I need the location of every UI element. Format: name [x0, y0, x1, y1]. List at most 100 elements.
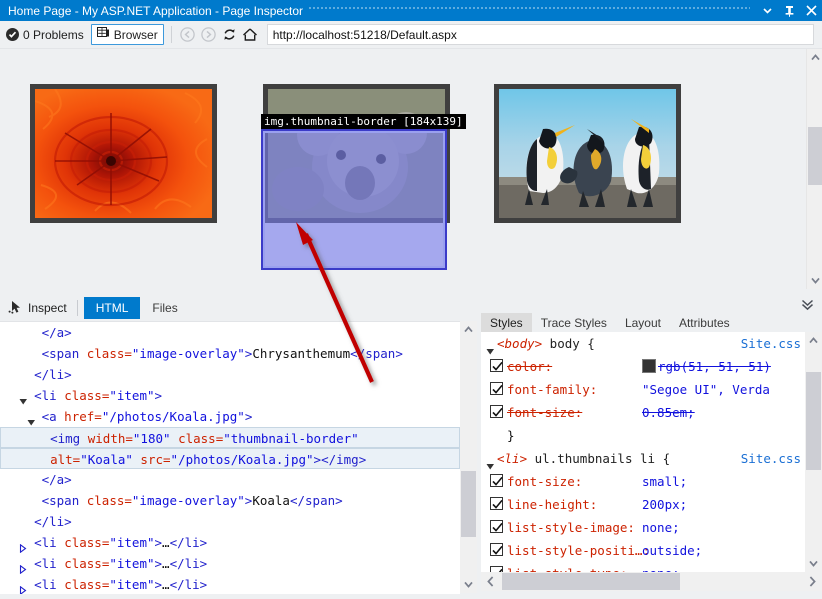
tab-trace-styles[interactable]: Trace Styles — [532, 313, 616, 332]
code-token-tag: </li> — [34, 367, 72, 382]
scroll-thumb[interactable] — [461, 471, 476, 537]
style-property-row[interactable]: font-size:0.85em; — [481, 401, 805, 424]
html-source-line[interactable]: <a href="/photos/Koala.jpg"> — [0, 406, 460, 427]
html-source-line[interactable]: </li> — [0, 511, 460, 532]
scroll-down-icon[interactable] — [460, 576, 477, 593]
style-property-row[interactable]: list-style-positi…:outside; — [481, 539, 805, 562]
title-bar: Home Page - My ASP.NET Application - Pag… — [0, 0, 822, 21]
scroll-down-icon[interactable] — [805, 555, 822, 572]
style-rule-source[interactable]: Site.css — [741, 447, 801, 470]
property-enabled-checkbox[interactable] — [490, 520, 503, 533]
code-token-tag: <a — [42, 409, 65, 424]
style-property-row[interactable]: list-style-type:none; — [481, 562, 805, 572]
problems-indicator[interactable]: 0 Problems — [0, 21, 91, 48]
property-value: 200px; — [642, 493, 687, 516]
property-enabled-checkbox[interactable] — [490, 382, 503, 395]
tab-styles[interactable]: Styles — [481, 313, 532, 332]
property-enabled-checkbox[interactable] — [490, 497, 503, 510]
style-property-row[interactable]: color:rgb(51, 51, 51) — [481, 355, 805, 378]
code-token-val: "item" — [109, 535, 154, 550]
html-source-line[interactable]: </li> — [0, 364, 460, 385]
tab-attributes[interactable]: Attributes — [670, 313, 739, 332]
style-rule-header[interactable]: <li> ul.thumbnails li {Site.css — [481, 447, 805, 470]
html-source-panel[interactable]: </a><span class="image-overlay">Chrysant… — [0, 321, 460, 594]
property-value: none; — [642, 516, 680, 539]
cursor-inspect-icon — [8, 300, 23, 317]
html-source-line[interactable]: <li class="item">…</li> — [0, 574, 460, 594]
code-token-attr: class= — [87, 346, 132, 361]
scroll-up-icon[interactable] — [807, 49, 822, 66]
back-arrow-icon[interactable] — [177, 24, 198, 45]
tab-attributes-label: Attributes — [679, 316, 730, 330]
scroll-up-icon[interactable] — [805, 332, 822, 349]
code-token-tag: <li — [34, 577, 64, 592]
html-source-line[interactable]: <li class="item">…</li> — [0, 532, 460, 553]
scroll-left-icon[interactable] — [481, 572, 500, 591]
tab-files[interactable]: Files — [140, 297, 189, 319]
html-source-line[interactable]: <span class="image-overlay">Koala</span> — [0, 490, 460, 511]
inspect-mode-button[interactable]: Inspect — [0, 297, 77, 319]
tab-html-label: HTML — [96, 301, 129, 315]
property-value: 0.85em; — [642, 401, 695, 424]
tab-trace-styles-label: Trace Styles — [541, 316, 607, 330]
home-icon[interactable] — [240, 24, 261, 45]
style-rule-source[interactable]: Site.css — [741, 332, 801, 355]
forward-arrow-icon[interactable] — [198, 24, 219, 45]
tab-files-label: Files — [152, 301, 177, 315]
html-source-line[interactable]: <li class="item"> — [0, 385, 460, 406]
window-menu-chevron-down-icon[interactable] — [756, 0, 778, 21]
expand-triangle-icon[interactable] — [19, 538, 27, 546]
thumbnail-chrysanthemum[interactable] — [30, 84, 217, 223]
code-token-val: "/photos/Koala.jpg" — [102, 409, 245, 424]
scroll-right-icon[interactable] — [803, 572, 822, 591]
scroll-thumb[interactable] — [808, 127, 822, 185]
property-name: list-style-image: — [507, 516, 642, 539]
collapse-triangle-icon[interactable] — [19, 391, 27, 399]
property-enabled-checkbox[interactable] — [490, 474, 503, 487]
html-source-line[interactable]: <img width="180" class="thumbnail-border… — [0, 427, 460, 448]
style-rule-header[interactable]: <body> body {Site.css — [481, 332, 805, 355]
property-enabled-checkbox[interactable] — [490, 359, 503, 372]
thumbnail-frame — [494, 84, 681, 223]
pin-icon[interactable] — [778, 0, 800, 21]
page-inspector-window: Home Page - My ASP.NET Application - Pag… — [0, 0, 822, 599]
property-enabled-checkbox[interactable] — [490, 405, 503, 418]
html-vertical-scrollbar[interactable] — [460, 321, 477, 593]
close-icon[interactable] — [800, 0, 822, 21]
property-enabled-checkbox[interactable] — [490, 543, 503, 556]
collapse-triangle-icon[interactable] — [27, 412, 35, 420]
expand-triangle-icon[interactable] — [19, 580, 27, 588]
tab-html[interactable]: HTML — [84, 297, 141, 319]
scroll-down-icon[interactable] — [807, 272, 822, 289]
styles-vertical-scrollbar[interactable] — [805, 332, 822, 572]
style-property-row[interactable]: list-style-image:none; — [481, 516, 805, 539]
chrysanthemum-image — [35, 89, 212, 218]
scroll-thumb[interactable] — [806, 372, 821, 470]
browser-button[interactable]: Browser — [91, 24, 164, 45]
address-bar[interactable]: http://localhost:51218/Default.aspx — [267, 24, 814, 45]
style-property-row[interactable]: font-family:"Segoe UI", Verda — [481, 378, 805, 401]
expand-triangle-icon[interactable] — [19, 559, 27, 567]
code-token-tag: <li — [34, 556, 64, 571]
html-source-line[interactable]: alt="Koala" src="/photos/Koala.jpg"></im… — [0, 448, 460, 469]
html-source-line[interactable]: </a> — [0, 322, 460, 343]
html-source-line[interactable]: </a> — [0, 469, 460, 490]
styles-horizontal-scrollbar[interactable] — [481, 572, 822, 591]
code-token-tag: </span> — [290, 493, 343, 508]
code-token-attr: alt= — [50, 452, 80, 467]
thumbnail-penguins[interactable] — [494, 84, 681, 223]
code-token-txt: … — [162, 577, 170, 592]
style-property-row[interactable]: line-height:200px; — [481, 493, 805, 516]
tab-layout[interactable]: Layout — [616, 313, 670, 332]
html-source-line[interactable]: <span class="image-overlay">Chrysanthemu… — [0, 343, 460, 364]
html-source-line[interactable]: <li class="item">…</li> — [0, 553, 460, 574]
code-token-tag: > — [155, 388, 163, 403]
thumbnail-frame — [30, 84, 217, 223]
scroll-up-icon[interactable] — [460, 321, 477, 338]
refresh-icon[interactable] — [219, 24, 240, 45]
code-token-attr: class= — [64, 577, 109, 592]
style-property-row[interactable]: font-size:small; — [481, 470, 805, 493]
preview-vertical-scrollbar[interactable] — [806, 49, 822, 289]
scroll-thumb[interactable] — [502, 573, 680, 590]
code-token-tag: </li> — [170, 535, 208, 550]
